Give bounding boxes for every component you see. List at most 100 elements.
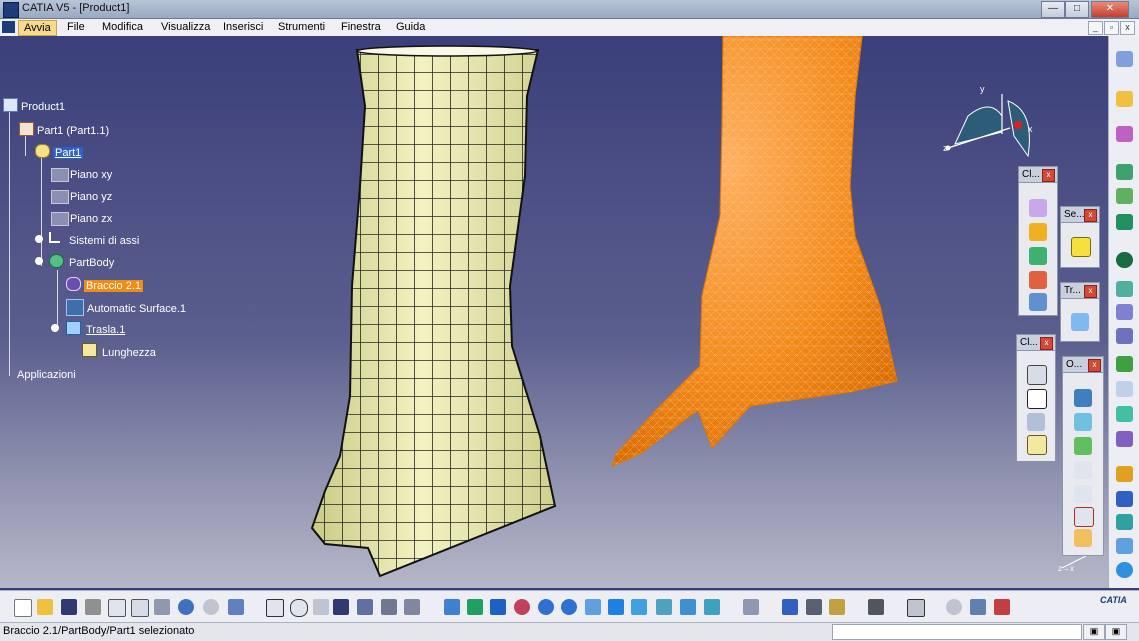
menu-visualizza[interactable]: Visualizza	[156, 20, 215, 34]
status-button-2[interactable]: ▣	[1105, 624, 1127, 640]
mdi-restore-button[interactable]: ▫	[1104, 21, 1119, 35]
maximize-button[interactable]: □	[1065, 1, 1089, 18]
compass-widget[interactable]: y x z	[943, 84, 1033, 158]
palette-o-close-button[interactable]: x	[1088, 359, 1101, 372]
palette-se[interactable]: Se... x	[1060, 206, 1100, 268]
status-button-1[interactable]: ▣	[1083, 624, 1105, 640]
rotate-icon[interactable]	[490, 599, 506, 615]
fill-icon[interactable]	[1074, 529, 1092, 547]
hide-show-icon[interactable]	[680, 599, 696, 615]
swirl-icon[interactable]	[1116, 514, 1133, 530]
tree-label-trasla[interactable]: Trasla.1	[86, 324, 125, 336]
curve-icon[interactable]	[1029, 199, 1047, 217]
tree-label-part-instance[interactable]: Part1 (Part1.1)	[37, 125, 109, 137]
menu-strumenti[interactable]: Strumenti	[273, 20, 330, 34]
expand-icon[interactable]	[35, 257, 43, 265]
menu-inserisci[interactable]: Inserisci	[218, 20, 268, 34]
fit-all-icon[interactable]	[444, 599, 460, 615]
grid-surface-icon[interactable]	[1116, 491, 1133, 507]
capture-icon[interactable]	[868, 599, 884, 615]
orange-surface-model[interactable]	[611, 36, 898, 468]
zoom-in-icon[interactable]	[538, 599, 554, 615]
network-icon[interactable]	[1116, 406, 1133, 422]
shading-icon[interactable]	[656, 599, 672, 615]
minimize-button[interactable]: —	[1041, 1, 1065, 18]
palette-se-close-button[interactable]: x	[1084, 209, 1097, 222]
measure-between-icon[interactable]	[782, 599, 798, 615]
tree-label-applications[interactable]: Applicazioni	[17, 369, 76, 381]
arrow-icon[interactable]	[1074, 413, 1092, 431]
palette-cl1-close-button[interactable]: x	[1042, 169, 1055, 182]
measure-item-icon[interactable]	[806, 599, 822, 615]
menu-modifica[interactable]: Modifica	[97, 20, 148, 34]
workbench-icon[interactable]	[1116, 51, 1133, 67]
zoom-out-icon[interactable]	[561, 599, 577, 615]
translate-tool-icon[interactable]	[1071, 313, 1089, 331]
tree-label-plane-yz[interactable]: Piano yz	[70, 191, 112, 203]
leaf-icon[interactable]	[1029, 247, 1047, 265]
mesh-cloud-icon[interactable]	[1116, 126, 1133, 142]
palette-tr-close-button[interactable]: x	[1084, 285, 1097, 298]
select-icon[interactable]	[1116, 91, 1133, 107]
update-icon[interactable]	[743, 599, 759, 615]
cancel-curve-icon[interactable]	[1074, 507, 1094, 527]
extrude-icon[interactable]	[1116, 328, 1133, 344]
wave-icon[interactable]	[1029, 271, 1047, 289]
menu-file[interactable]: File	[62, 20, 90, 34]
pan-icon[interactable]	[467, 599, 483, 615]
offset-icon[interactable]	[1116, 356, 1133, 372]
knowledge-icon[interactable]	[313, 599, 329, 615]
open-icon[interactable]	[37, 599, 53, 615]
multi-view-icon[interactable]	[608, 599, 624, 615]
tag-icon[interactable]	[1071, 237, 1091, 257]
doc-icon[interactable]	[2, 21, 15, 33]
tree-label-braccio[interactable]: Braccio 2.1	[84, 280, 144, 292]
fill-surface-icon[interactable]	[1116, 466, 1133, 482]
undo-icon[interactable]	[178, 599, 194, 615]
mdi-minimize-button[interactable]: _	[1088, 21, 1103, 35]
constraint-icon[interactable]	[994, 599, 1010, 615]
loop-icon[interactable]	[1116, 381, 1133, 397]
menu-avvia[interactable]: Avvia	[18, 20, 57, 36]
mdi-close-button[interactable]: x	[1120, 21, 1135, 35]
tree-label-part[interactable]: Part1	[53, 147, 84, 159]
measure-icon[interactable]	[381, 599, 397, 615]
document-icon[interactable]	[1027, 435, 1047, 455]
menu-finestra[interactable]: Finestra	[336, 20, 386, 34]
tree-label-auto-surface[interactable]: Automatic Surface.1	[87, 303, 186, 315]
cut-icon[interactable]	[108, 599, 126, 617]
mesh-icon[interactable]	[1074, 389, 1092, 407]
tree-label-lunghezza[interactable]: Lunghezza	[102, 347, 156, 359]
new-icon[interactable]	[14, 599, 32, 617]
inspect-icon[interactable]	[1027, 413, 1045, 431]
comment-icon[interactable]	[290, 599, 308, 617]
inertia-icon[interactable]	[829, 599, 845, 615]
tree-label-axis-systems[interactable]: Sistemi di assi	[69, 235, 139, 247]
palette-cl2-close-button[interactable]: x	[1040, 337, 1053, 350]
tree-label-plane-zx[interactable]: Piano zx	[70, 213, 112, 225]
patch-icon[interactable]	[1116, 188, 1133, 204]
table-icon[interactable]	[333, 599, 349, 615]
surface-tool-icon[interactable]	[1116, 164, 1133, 180]
cycle-icon[interactable]	[514, 599, 530, 615]
curve-split-icon[interactable]	[1074, 485, 1092, 503]
tree-label-partbody[interactable]: PartBody	[69, 257, 114, 269]
catalog-icon[interactable]	[357, 599, 373, 615]
palette-o[interactable]: O... x	[1062, 356, 1104, 556]
snap-icon[interactable]	[946, 599, 962, 615]
copy-icon[interactable]	[131, 599, 149, 617]
swap-space-icon[interactable]	[704, 599, 720, 615]
tree-label-product[interactable]: Product1	[21, 101, 65, 113]
cluster-icon[interactable]	[1116, 431, 1133, 447]
save-icon[interactable]	[61, 599, 77, 615]
close-button[interactable]: ✕	[1091, 1, 1129, 18]
join-icon[interactable]	[1116, 304, 1133, 320]
tree-label-plane-xy[interactable]: Piano xy	[70, 169, 112, 181]
split-icon[interactable]	[1074, 461, 1092, 479]
pen-icon[interactable]	[1074, 437, 1092, 455]
swap-icon[interactable]	[1029, 293, 1047, 311]
sphere-icon[interactable]	[1116, 252, 1133, 268]
palette-tr[interactable]: Tr... x	[1060, 282, 1100, 342]
paste-icon[interactable]	[154, 599, 170, 615]
iso-view-icon[interactable]	[631, 599, 647, 615]
